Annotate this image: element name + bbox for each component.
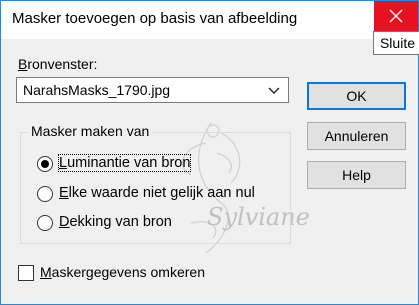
radio-opacity-label[interactable]: Dekking van bron xyxy=(59,214,172,230)
source-value: NarahsMasks_1790.jpg xyxy=(23,82,171,98)
radio-luminance-label[interactable]: Luminantie van bron xyxy=(57,154,192,172)
help-button[interactable]: Help xyxy=(307,161,406,189)
radio-opacity[interactable] xyxy=(37,215,53,231)
close-tooltip: Sluite xyxy=(372,31,419,55)
radio-selected-dot xyxy=(41,160,49,168)
close-icon xyxy=(389,9,403,23)
mask-source-group-title: Masker maken van xyxy=(28,123,153,139)
cancel-button[interactable]: Annuleren xyxy=(307,122,406,150)
radio-luminance[interactable] xyxy=(37,156,53,172)
dialog-title: Masker toevoegen op basis van afbeelding xyxy=(12,10,298,27)
chevron-down-icon xyxy=(268,87,280,94)
invert-checkbox-label[interactable]: Maskergegevens omkeren xyxy=(40,264,205,280)
radio-nonzero[interactable] xyxy=(37,186,53,202)
title-bar[interactable]: Masker toevoegen op basis van afbeelding xyxy=(1,1,418,39)
invert-checkbox[interactable] xyxy=(18,265,34,281)
source-label: Bronvenster: xyxy=(18,56,98,72)
dialog-window: Masker toevoegen op basis van afbeelding… xyxy=(0,0,419,305)
ok-button[interactable]: OK xyxy=(307,82,406,110)
close-button[interactable] xyxy=(374,1,418,31)
radio-nonzero-label[interactable]: Elke waarde niet gelijk aan nul xyxy=(59,185,255,201)
source-dropdown[interactable]: NarahsMasks_1790.jpg xyxy=(16,77,289,103)
